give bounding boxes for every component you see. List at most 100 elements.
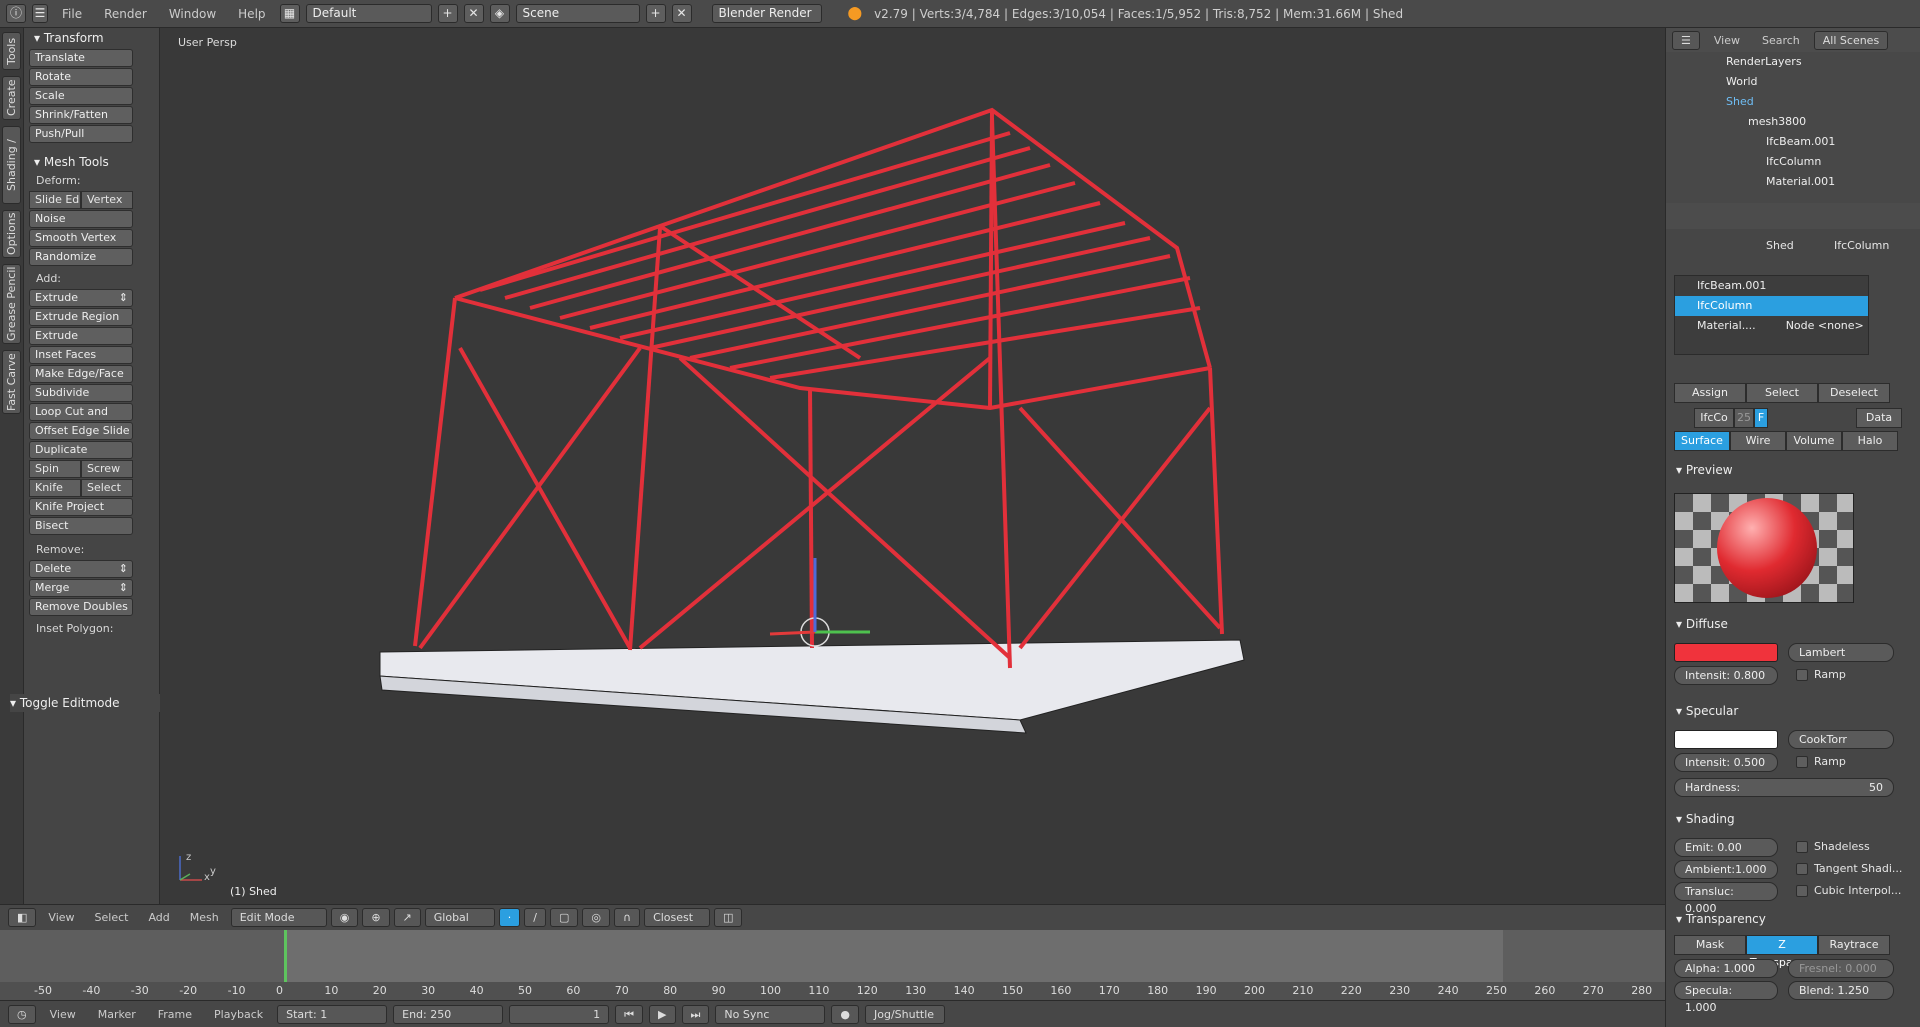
snap-target-select[interactable]: Closest bbox=[644, 908, 711, 927]
fresnel-field[interactable]: Fresnel: 0.000 bbox=[1788, 959, 1894, 978]
mask-button[interactable]: Mask bbox=[1674, 935, 1746, 955]
deform-button[interactable]: Noise bbox=[29, 210, 133, 228]
tab-shading-uvs[interactable]: Shading / UVs bbox=[2, 126, 35, 204]
breadcrumb-material[interactable]: IfcColumn bbox=[1834, 239, 1889, 252]
add-tool-button[interactable]: Loop Cut and Slide bbox=[29, 403, 133, 434]
spec-intensity-field[interactable]: Intensit: 0.500 bbox=[1674, 753, 1778, 772]
assign-button[interactable]: Assign bbox=[1674, 383, 1746, 403]
face-select-icon[interactable]: ▢ bbox=[549, 908, 579, 927]
tab-halo[interactable]: Halo bbox=[1842, 431, 1898, 451]
menu-file[interactable]: File bbox=[54, 7, 90, 21]
tab-fast-carve[interactable]: Fast Carve bbox=[2, 350, 21, 414]
menu-render[interactable]: Render bbox=[96, 7, 155, 21]
transform-button[interactable]: Push/Pull bbox=[29, 125, 133, 143]
tangent-checkbox[interactable] bbox=[1796, 863, 1808, 875]
orientation-select[interactable]: Global bbox=[424, 908, 495, 927]
start-frame-field[interactable]: Start: 1 bbox=[277, 1004, 388, 1024]
transform-button[interactable]: Translate bbox=[29, 49, 133, 67]
transluc-field[interactable]: Transluc: 0.000 bbox=[1674, 882, 1778, 915]
preview-panel-header[interactable]: ▾ Preview bbox=[1666, 459, 1733, 481]
menu-playback[interactable]: Playback bbox=[206, 1008, 271, 1021]
scene-field[interactable]: Scene bbox=[515, 4, 640, 23]
editor-type-icon[interactable]: ◷ bbox=[8, 1004, 36, 1024]
current-frame-marker[interactable] bbox=[284, 930, 287, 988]
diffuse-intensity-field[interactable]: Intensit: 0.800 bbox=[1674, 666, 1778, 685]
add-tool-button[interactable]: Subdivide bbox=[29, 384, 133, 402]
add-tool-button[interactable]: Extrude Individual bbox=[29, 327, 133, 358]
proportional-edit-icon[interactable]: ◎ bbox=[582, 908, 610, 927]
add-layout-icon[interactable]: + bbox=[437, 4, 458, 23]
remove-scene-icon[interactable]: ✕ bbox=[671, 4, 692, 23]
screw-button[interactable]: Screw bbox=[81, 460, 133, 478]
diffuse-color-swatch[interactable] bbox=[1674, 643, 1778, 662]
editor-type-icon[interactable]: ◧ bbox=[8, 908, 37, 927]
spin-button[interactable]: Spin bbox=[29, 460, 81, 478]
display-mode-select[interactable]: All Scenes bbox=[1813, 30, 1889, 50]
fake-user-toggle[interactable]: F bbox=[1754, 408, 1768, 428]
merge-button[interactable]: Merge ⇕ bbox=[29, 579, 133, 597]
menu-select[interactable]: Select bbox=[87, 911, 137, 924]
slot-ifcbeam[interactable]: IfcBeam.001 bbox=[1675, 276, 1868, 296]
cubic-checkbox[interactable] bbox=[1796, 885, 1808, 897]
keying-select[interactable]: Jog/Shuttle bbox=[865, 1004, 946, 1024]
tab-grease-pencil[interactable]: Grease Pencil bbox=[2, 264, 21, 344]
screen-layout-icon[interactable]: ▦ bbox=[279, 4, 300, 23]
menu-add[interactable]: Add bbox=[140, 911, 177, 924]
screen-layout-field[interactable]: Default bbox=[305, 4, 432, 23]
3d-viewport[interactable]: User Persp z x y (1) Shed bbox=[160, 28, 1665, 904]
spec-shader-select[interactable]: CookTorr bbox=[1788, 730, 1894, 749]
outliner-item-renderlayers[interactable]: RenderLayers bbox=[1666, 52, 1920, 72]
ambient-field[interactable]: Ambient:1.000 bbox=[1674, 860, 1778, 879]
specular-panel-header[interactable]: ▾ Specular bbox=[1666, 700, 1738, 722]
deform-button[interactable]: Randomize bbox=[29, 248, 133, 266]
panel-transform-header[interactable]: ▾ Transform bbox=[24, 28, 159, 48]
sync-select[interactable]: No Sync bbox=[715, 1004, 826, 1024]
blend-field[interactable]: Blend: 1.250 bbox=[1788, 981, 1894, 1000]
transparency-panel-header[interactable]: ▾ Transparency bbox=[1666, 908, 1766, 930]
shadeless-checkbox[interactable] bbox=[1796, 841, 1808, 853]
record-icon[interactable]: ● bbox=[831, 1004, 860, 1024]
alpha-field[interactable]: Alpha: 1.000 bbox=[1674, 959, 1778, 978]
tab-tools[interactable]: Tools bbox=[2, 32, 21, 70]
timeline[interactable]: -50 -40 -30 -20 -10 0 10 20 30 40 50 60 70 80 90 100 110… bbox=[0, 930, 1665, 1000]
collapse-menu-icon[interactable]: ☰ bbox=[32, 4, 48, 23]
shading-panel-header[interactable]: ▾ Shading bbox=[1666, 808, 1735, 830]
menu-window[interactable]: Window bbox=[161, 7, 224, 21]
outliner-item-shed[interactable]: Shed bbox=[1666, 92, 1920, 112]
hardness-field[interactable]: Hardness: 50 bbox=[1674, 778, 1894, 797]
link-data-select[interactable]: Data bbox=[1856, 408, 1902, 428]
outliner-item-ifccolumn[interactable]: IfcColumn bbox=[1666, 152, 1920, 172]
menu-marker[interactable]: Marker bbox=[90, 1008, 144, 1021]
add-tool-button[interactable]: Bisect bbox=[29, 517, 133, 535]
add-tool-button[interactable]: Inset Faces bbox=[29, 346, 133, 364]
tab-create[interactable]: Create bbox=[2, 76, 21, 120]
toggle-editmode-panel[interactable]: ▾ Toggle Editmode bbox=[10, 694, 160, 712]
delete-button[interactable]: Delete ⇕ bbox=[29, 560, 133, 578]
outliner-item-world[interactable]: World bbox=[1666, 72, 1920, 92]
add-tool-button[interactable]: Knife Project bbox=[29, 498, 133, 516]
deselect-button[interactable]: Deselect bbox=[1818, 383, 1890, 403]
menu-help[interactable]: Help bbox=[230, 7, 273, 21]
outliner-item-material[interactable]: Material.001 bbox=[1666, 172, 1920, 192]
panel-mesh-tools-header[interactable]: ▾ Mesh Tools bbox=[24, 152, 159, 172]
current-frame-field[interactable]: 1 bbox=[509, 1004, 610, 1024]
spec-ramp-checkbox[interactable] bbox=[1796, 756, 1808, 768]
add-scene-icon[interactable]: + bbox=[645, 4, 666, 23]
deform-button[interactable]: Smooth Vertex bbox=[29, 229, 133, 247]
add-tool-button[interactable]: Make Edge/Face bbox=[29, 365, 133, 383]
remove-layout-icon[interactable]: ✕ bbox=[463, 4, 484, 23]
tab-wire[interactable]: Wire bbox=[1730, 431, 1786, 451]
editor-type-icon[interactable]: ☰ bbox=[1672, 30, 1700, 50]
menu-view[interactable]: View bbox=[1706, 34, 1748, 47]
manipulator-icon[interactable]: ↗ bbox=[393, 908, 421, 927]
add-tool-button[interactable]: Duplicate bbox=[29, 441, 133, 459]
specula-field[interactable]: Specula: 1.000 bbox=[1674, 981, 1778, 1014]
render-engine-select[interactable]: Blender Render bbox=[711, 4, 822, 23]
slide-edge-button[interactable]: Slide Ed bbox=[29, 191, 81, 209]
z-transparency-button[interactable]: Z Transpare... bbox=[1746, 935, 1818, 969]
pivot-point-icon[interactable]: ⊕ bbox=[362, 908, 390, 927]
mode-select[interactable]: Edit Mode bbox=[230, 908, 327, 927]
remove-doubles-button[interactable]: Remove Doubles bbox=[29, 598, 133, 616]
vertex-select-icon[interactable]: · bbox=[498, 908, 521, 927]
end-frame-field[interactable]: End: 250 bbox=[393, 1004, 504, 1024]
